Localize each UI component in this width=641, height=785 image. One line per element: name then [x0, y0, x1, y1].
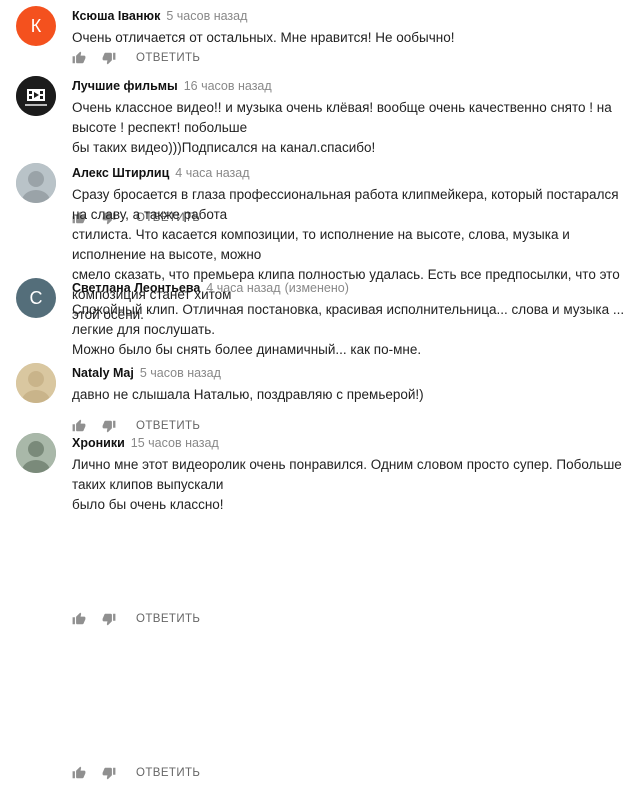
avatar-letter: С: [29, 287, 43, 308]
comment-timestamp[interactable]: 16 часов назад: [184, 79, 272, 93]
edited-label: (изменено): [284, 281, 349, 295]
thumbs-up-icon[interactable]: [72, 419, 86, 433]
comment-header: Хроники 15 часов назад: [72, 434, 219, 450]
author-name[interactable]: Nataly Maj: [72, 366, 134, 380]
comment-actions: ОТВЕТИТЬ: [72, 418, 200, 434]
thumbs-up-icon[interactable]: [72, 766, 86, 780]
avatar-letter: К: [30, 15, 42, 36]
reply-button[interactable]: ОТВЕТИТЬ: [136, 767, 200, 779]
thumbs-up-icon[interactable]: [72, 51, 86, 65]
comment-text: Очень классное видео!! и музыка очень кл…: [72, 100, 612, 155]
reply-button[interactable]: ОТВЕТИТЬ: [136, 52, 200, 64]
comment-timestamp[interactable]: 5 часов назад: [140, 366, 221, 380]
author-name[interactable]: Ксюша Іванюк: [72, 9, 160, 23]
comment-timestamp[interactable]: 5 часов назад: [166, 9, 247, 23]
avatar[interactable]: [16, 76, 56, 116]
author-name[interactable]: Алекс Штирлиц: [72, 166, 169, 180]
author-name[interactable]: Светлана Леонтьева: [72, 281, 200, 295]
comment-text: Очень отличается от остальных. Мне нрави…: [72, 30, 455, 45]
avatar[interactable]: С: [16, 278, 56, 318]
avatar[interactable]: [16, 363, 56, 403]
thumbs-down-icon[interactable]: [102, 766, 116, 780]
avatar[interactable]: К: [16, 6, 56, 46]
author-name[interactable]: Лучшие фильмы: [72, 79, 178, 93]
avatar[interactable]: [16, 433, 56, 473]
reply-button[interactable]: ОТВЕТИТЬ: [136, 613, 200, 625]
avatar[interactable]: [16, 163, 56, 203]
comment-timestamp[interactable]: 4 часа назад: [175, 166, 249, 180]
comment-text: давно не слышала Наталью, поздравляю с п…: [72, 387, 424, 402]
comment-actions: ОТВЕТИТЬ: [72, 765, 200, 781]
thumbs-down-icon[interactable]: [102, 612, 116, 626]
comment-header: Лучшие фильмы 16 часов назад: [72, 77, 272, 93]
thumbs-down-icon[interactable]: [102, 419, 116, 433]
comment-actions: ОТВЕТИТЬ: [72, 50, 200, 66]
thumbs-up-icon[interactable]: [72, 612, 86, 626]
comment-text: Лично мне этот видеоролик очень понравил…: [72, 457, 622, 512]
comment-header: Алекс Штирлиц 4 часа назад: [72, 164, 250, 180]
comment-actions: ОТВЕТИТЬ: [72, 611, 200, 627]
comment-list: К Ксюша Іванюк 5 часов назад Очень отличает…: [0, 0, 641, 780]
comment-timestamp[interactable]: 15 часов назад: [131, 436, 219, 450]
reply-button[interactable]: ОТВЕТИТЬ: [136, 420, 200, 432]
comment-header: Nataly Maj 5 часов назад: [72, 364, 221, 380]
comment-header: Ксюша Іванюк 5 часов назад: [72, 7, 247, 23]
comment-text: Спокойный клип. Отличная постановка, кра…: [72, 302, 625, 357]
comment-timestamp[interactable]: 4 часа назад: [206, 281, 280, 295]
author-name[interactable]: Хроники: [72, 436, 125, 450]
thumbs-down-icon[interactable]: [102, 51, 116, 65]
comment-header: Светлана Леонтьева 4 часа назад (изменено): [72, 279, 349, 295]
